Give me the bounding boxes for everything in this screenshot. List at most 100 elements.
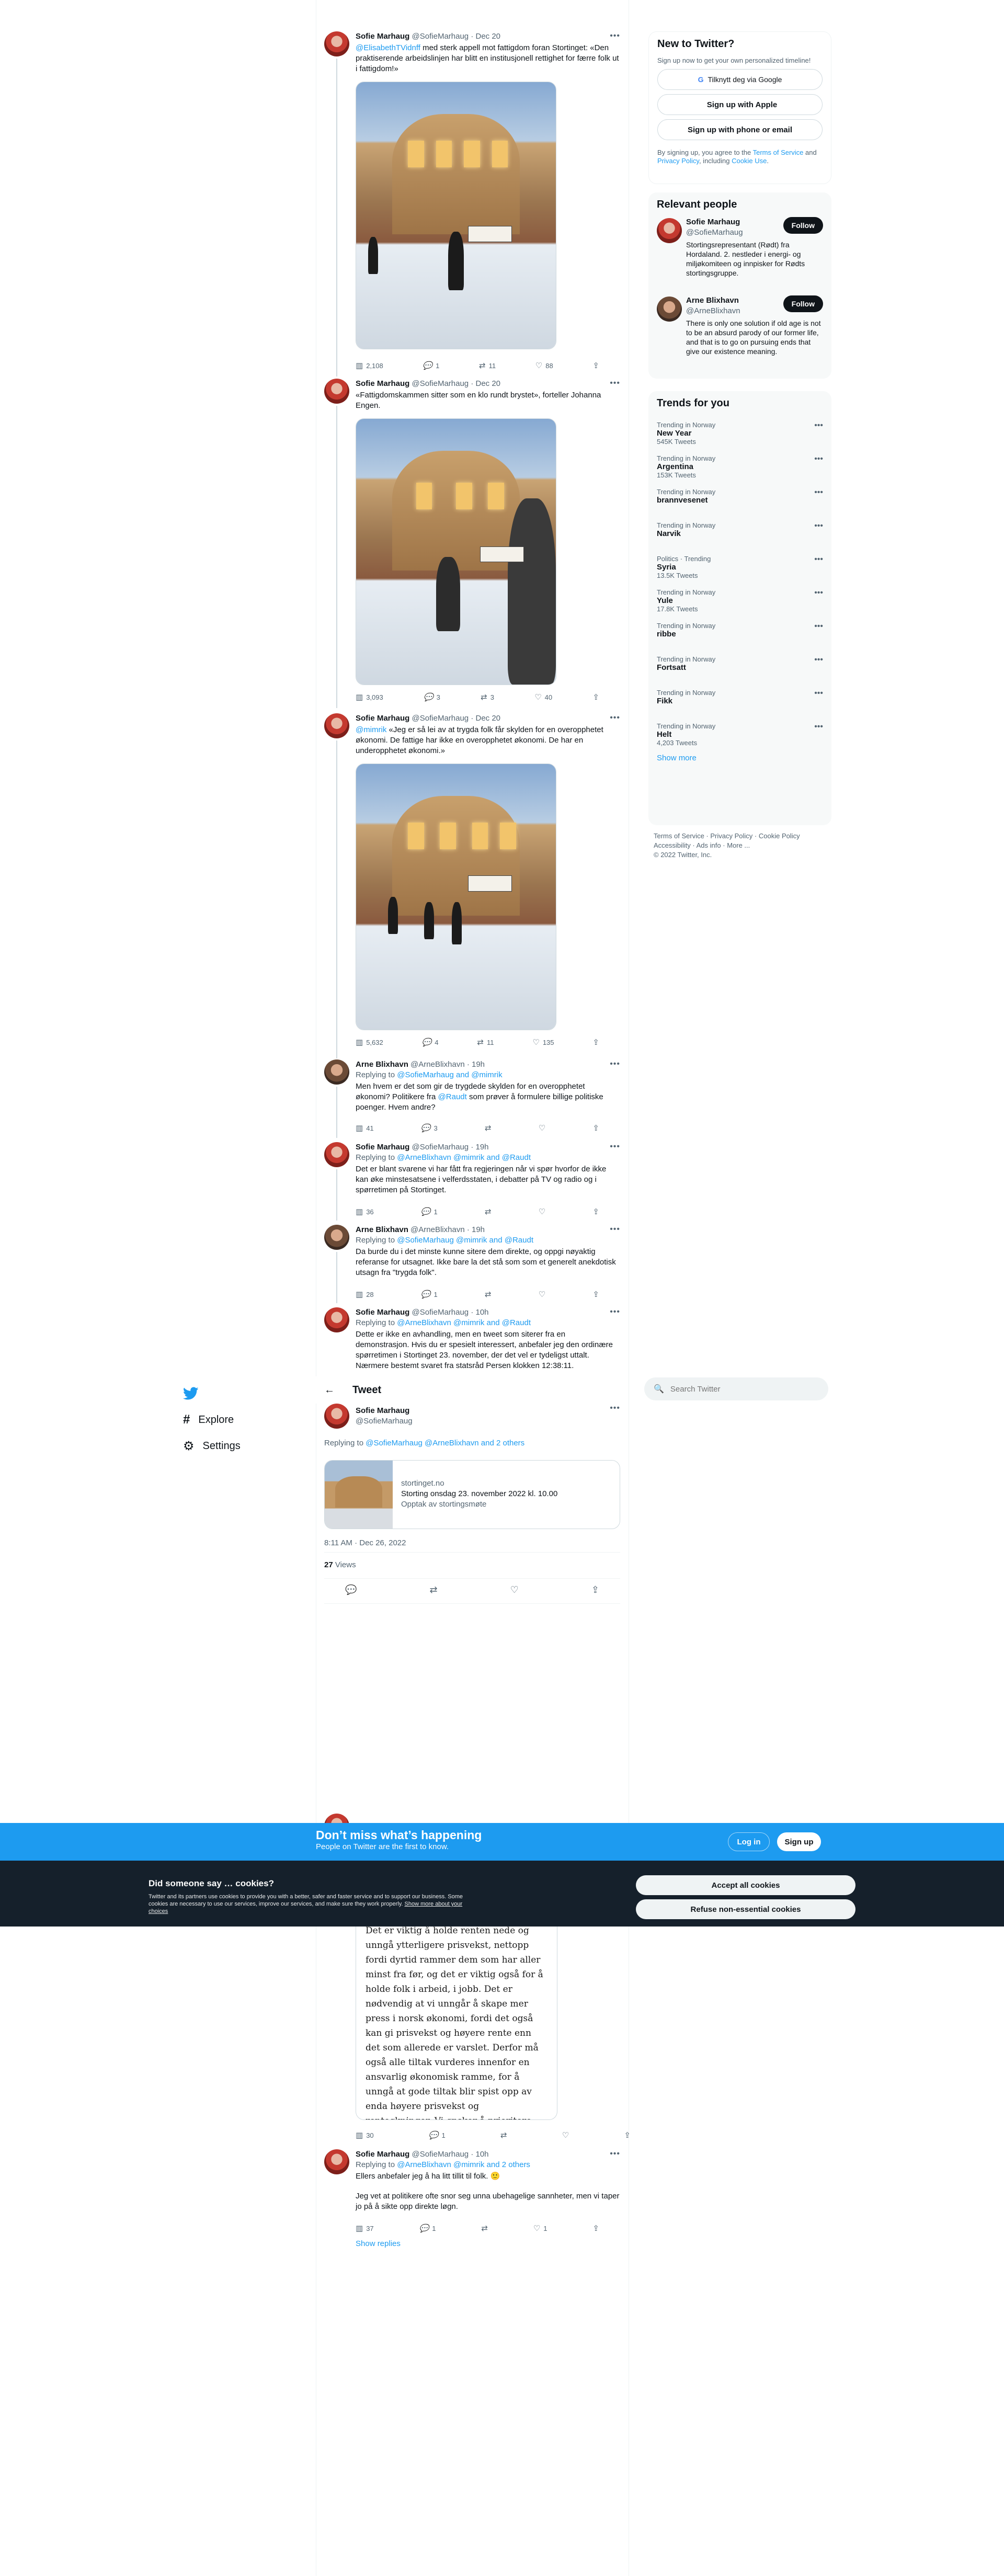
cookie-use-link[interactable]: Cookie Use	[732, 157, 767, 165]
mention-link[interactable]: @Raudt	[438, 1092, 467, 1101]
reply-button[interactable]: 💬 1	[419, 2224, 436, 2233]
author-handle[interactable]: @ArneBlixhavn	[410, 1060, 465, 1069]
author-handle[interactable]: @SofieMarhaug	[412, 1308, 469, 1317]
share-icon[interactable]: ⇪	[591, 1585, 599, 1595]
avatar[interactable]	[657, 297, 682, 322]
author-name[interactable]: Sofie Marhaug	[356, 1406, 413, 1416]
text-image[interactable]: Det er viktig å holde renten nede og unn…	[356, 1927, 557, 2120]
more-icon[interactable]: •••	[814, 655, 823, 665]
follow-button[interactable]: Follow	[783, 295, 823, 312]
retweet-icon[interactable]: ⇄	[430, 1585, 438, 1595]
tweet-5[interactable]: Sofie Marhaug @SofieMarhaug · 19h ••• Re…	[324, 1142, 620, 1221]
person-name[interactable]: Sofie Marhaug	[686, 217, 743, 227]
views-button[interactable]: ▥ 36	[356, 1207, 374, 1216]
retweet-button[interactable]: ⇄ 11	[477, 1038, 494, 1047]
google-signin-button[interactable]: G Tilknytt deg via Google	[657, 69, 823, 90]
like-button[interactable]: ♡	[539, 1207, 545, 1216]
show-replies-link[interactable]: Show replies	[356, 2239, 401, 2248]
tweet-date[interactable]: · Dec 20	[471, 714, 500, 723]
avatar[interactable]	[324, 1142, 349, 1167]
author-handle[interactable]: @SofieMarhaug	[412, 1143, 469, 1152]
person-card[interactable]: Sofie Marhaug @SofieMarhaug Follow Stort…	[648, 217, 831, 295]
tweet-photo[interactable]	[356, 763, 556, 1030]
tweet-8[interactable]: Sofie Marhaug @SofieMarhaug · 10h ••• Re…	[324, 2149, 620, 2233]
trend-item[interactable]: Trending in Norway Argentina 153K Tweets ••…	[648, 449, 831, 483]
author-name[interactable]: Sofie Marhaug	[356, 1308, 409, 1317]
footer-cookie[interactable]: Cookie Policy	[759, 832, 800, 840]
more-icon[interactable]: •••	[610, 713, 620, 723]
share-button[interactable]: ⇪	[592, 692, 599, 702]
tweet-date[interactable]: · 19h	[467, 1060, 485, 1069]
more-icon[interactable]: •••	[610, 1404, 620, 1413]
reply-users-link[interactable]: @SofieMarhaug @ArneBlixhavn and 2 others	[366, 1439, 524, 1447]
heart-icon[interactable]: ♡	[510, 1585, 519, 1595]
mention-link[interactable]: @ElisabethTVidnff	[356, 43, 420, 52]
reply-users-link[interactable]: @ArneBlixhavn @mimrik and @Raudt	[397, 1153, 531, 1162]
retweet-button[interactable]: ⇄ 11	[479, 361, 496, 370]
share-button[interactable]: ⇪	[592, 2224, 599, 2233]
more-icon[interactable]: •••	[610, 379, 620, 388]
reply-button[interactable]: 💬 3	[424, 692, 440, 702]
tweet-date[interactable]: · Dec 20	[471, 32, 500, 41]
like-button[interactable]: ♡ 40	[534, 692, 552, 702]
trend-item[interactable]: Politics · Trending Syria 13.5K Tweets •••	[648, 550, 831, 583]
views-button[interactable]: ▥ 2,108	[356, 361, 383, 370]
more-icon[interactable]: •••	[610, 1142, 620, 1152]
avatar[interactable]	[324, 2149, 349, 2174]
reply-button[interactable]: 💬 1	[421, 1207, 438, 1216]
refuse-cookies-button[interactable]: Refuse non-essential cookies	[636, 1899, 855, 1919]
reply-button[interactable]: 💬 1	[421, 1290, 438, 1299]
terms-link[interactable]: Terms of Service	[753, 149, 804, 156]
main-author[interactable]: Sofie Marhaug @SofieMarhaug	[356, 1406, 413, 1427]
back-arrow-icon[interactable]: ←	[324, 1384, 335, 1396]
views-button[interactable]: ▥ 5,632	[356, 1038, 383, 1047]
phone-signup-button[interactable]: Sign up with phone or email	[657, 119, 823, 140]
reply-button[interactable]: 💬 1	[429, 2130, 446, 2140]
tweet-date[interactable]: · 19h	[471, 1143, 488, 1152]
footer-terms[interactable]: Terms of Service	[654, 832, 704, 840]
author-handle[interactable]: @SofieMarhaug	[412, 2150, 469, 2159]
avatar[interactable]	[324, 379, 349, 404]
reply-users-link[interactable]: @SofieMarhaug and @mimrik	[397, 1070, 502, 1079]
author-handle[interactable]: @ArneBlixhavn	[410, 1225, 465, 1234]
like-button[interactable]: ♡ 135	[532, 1038, 554, 1047]
apple-signup-button[interactable]: Sign up with Apple	[657, 94, 823, 115]
follow-button[interactable]: Follow	[783, 217, 823, 234]
reply-icon[interactable]: 💬	[345, 1585, 357, 1595]
show-more-link[interactable]: Show more	[648, 750, 831, 766]
author-name[interactable]: Sofie Marhaug	[356, 1143, 409, 1152]
avatar[interactable]	[657, 218, 682, 243]
more-icon[interactable]: •••	[610, 1307, 620, 1317]
views-button[interactable]: ▥ 41	[356, 1123, 374, 1133]
footer-more[interactable]: More ...	[727, 841, 750, 849]
trend-item[interactable]: Trending in Norway Narvik •••	[648, 516, 831, 550]
views-button[interactable]: ▥ 28	[356, 1290, 374, 1299]
like-button[interactable]: ♡ 1	[533, 2224, 547, 2233]
tweet-date[interactable]: · 19h	[467, 1225, 485, 1234]
person-name[interactable]: Arne Blixhavn	[686, 295, 740, 306]
more-icon[interactable]: •••	[814, 722, 823, 732]
tweet-date[interactable]: · 10h	[471, 1308, 488, 1317]
trend-item[interactable]: Trending in Norway Fortsatt •••	[648, 650, 831, 683]
share-button[interactable]: ⇪	[592, 361, 599, 370]
tweet-photo[interactable]	[356, 418, 556, 685]
tweet-2[interactable]: Sofie Marhaug @SofieMarhaug · Dec 20 •••…	[324, 379, 620, 708]
like-button[interactable]: ♡	[539, 1123, 545, 1133]
footer-accessibility[interactable]: Accessibility	[654, 841, 691, 849]
privacy-link[interactable]: Privacy Policy	[657, 157, 699, 165]
reply-button[interactable]: 💬 3	[421, 1123, 438, 1133]
share-button[interactable]: ⇪	[592, 1290, 599, 1299]
reply-button[interactable]: 💬 1	[423, 361, 439, 370]
tweet-timestamp[interactable]: 8:11 AM · Dec 26, 2022	[324, 1538, 406, 1547]
footer-privacy[interactable]: Privacy Policy	[710, 832, 752, 840]
more-icon[interactable]: •••	[610, 1225, 620, 1234]
trend-item[interactable]: Trending in Norway Helt 4,203 Tweets •••	[648, 717, 831, 750]
author-handle[interactable]: @SofieMarhaug	[412, 714, 469, 723]
avatar[interactable]	[324, 1307, 349, 1332]
share-button[interactable]: ⇪	[592, 1123, 599, 1133]
views-button[interactable]: ▥ 37	[356, 2224, 374, 2233]
views-button[interactable]: ▥ 3,093	[356, 692, 383, 702]
author-name[interactable]: Arne Blixhavn	[356, 1060, 408, 1069]
more-icon[interactable]: •••	[814, 521, 823, 531]
retweet-button[interactable]: ⇄	[485, 1290, 492, 1299]
